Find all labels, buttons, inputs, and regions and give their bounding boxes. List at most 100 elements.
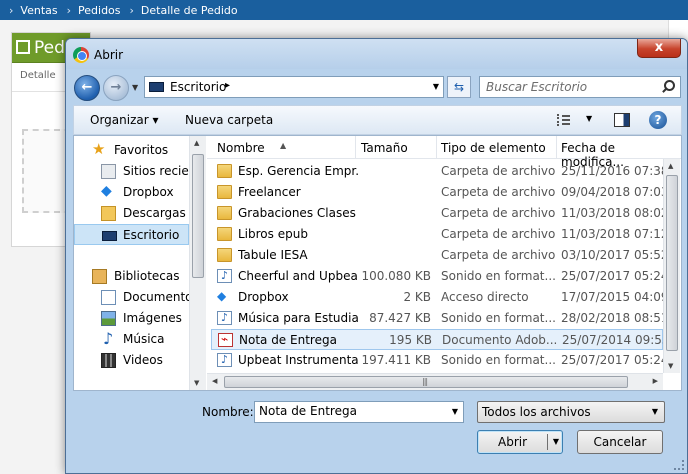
- navigation-scrollbar[interactable]: ▲ ▼: [189, 136, 206, 390]
- address-dropdown-icon[interactable]: ▼: [433, 82, 439, 91]
- scroll-thumb[interactable]: [192, 154, 204, 278]
- recent-places-icon: [101, 164, 116, 179]
- breadcrumb-item-ventas[interactable]: Ventas: [20, 4, 57, 17]
- filename-input[interactable]: [259, 404, 439, 418]
- open-file-dialog: Abrir x ← → ▼ Escritorio ▸ ▼ ⇆ Buscar Es…: [65, 38, 688, 474]
- file-row[interactable]: Freelancer Carpeta de archivos 09/04/201…: [211, 182, 663, 203]
- sidebar-item-label: Sitios recientes: [123, 164, 189, 178]
- close-button[interactable]: x: [637, 39, 681, 58]
- column-header-type[interactable]: Tipo de elemento: [441, 141, 546, 155]
- file-list-horizontal-scrollbar[interactable]: ◀ ||| ▶: [207, 373, 663, 390]
- file-row[interactable]: Grabaciones Clases ... Carpeta de archiv…: [211, 203, 663, 224]
- file-name: Tabule IESA: [238, 248, 308, 262]
- address-bar[interactable]: Escritorio ▸ ▼: [144, 76, 444, 98]
- cancel-button[interactable]: Cancelar: [577, 430, 663, 454]
- preview-pane-icon[interactable]: [614, 113, 630, 127]
- scroll-grip-icon: |||: [422, 377, 428, 386]
- sidebar-item-label: Imágenes: [123, 311, 182, 325]
- dialog-title: Abrir: [94, 48, 124, 62]
- sidebar-item-documentos[interactable]: Documentos: [74, 287, 189, 308]
- file-size: 2 KB: [403, 290, 431, 304]
- file-type-select[interactable]: Todos los archivos ▼: [477, 401, 665, 423]
- column-separator[interactable]: [355, 136, 356, 159]
- forward-arrow-icon[interactable]: →: [103, 75, 129, 101]
- sidebar-item-descargas[interactable]: Descargas: [74, 203, 189, 224]
- help-icon[interactable]: ?: [649, 111, 667, 129]
- file-row[interactable]: Libros epub Carpeta de archivos 11/03/20…: [211, 224, 663, 245]
- file-name: Libros epub: [238, 227, 308, 241]
- file-row[interactable]: Upbeat Instrumenta... 197.411 KB Sonido …: [211, 350, 663, 371]
- sidebar-item-label: Documentos: [123, 290, 189, 304]
- column-header-name[interactable]: Nombre: [217, 141, 265, 155]
- audio-file-icon: [217, 269, 232, 283]
- tab-detalle[interactable]: Detalle: [20, 70, 56, 81]
- new-folder-button[interactable]: Nueva carpeta: [185, 113, 273, 127]
- scroll-right-icon[interactable]: ▶: [653, 377, 658, 385]
- folder-icon: [217, 227, 232, 241]
- file-row[interactable]: Dropbox 2 KB Acceso directo 17/07/2015 0…: [211, 287, 663, 308]
- breadcrumb-item-pedidos[interactable]: Pedidos: [78, 4, 121, 17]
- filename-dropdown-icon[interactable]: ▼: [452, 407, 458, 416]
- dialog-titlebar[interactable]: Abrir x: [66, 39, 687, 69]
- chrome-logo-icon: [73, 47, 89, 63]
- file-type: Sonido en format...: [441, 311, 556, 325]
- resize-grip-icon[interactable]: [674, 460, 684, 470]
- file-row[interactable]: Cheerful and Upbea... 100.080 KB Sonido …: [211, 266, 663, 287]
- column-separator[interactable]: [556, 136, 557, 159]
- scroll-up-icon[interactable]: ▲: [668, 162, 673, 170]
- file-row[interactable]: Esp. Gerencia Empr... Carpeta de archivo…: [211, 161, 663, 182]
- sidebar-item-videos[interactable]: Videos: [74, 350, 189, 371]
- breadcrumb: › Ventas › Pedidos › Detalle de Pedido: [0, 0, 688, 20]
- file-name: Grabaciones Clases ...: [238, 206, 358, 220]
- file-size: 100.080 KB: [361, 269, 431, 283]
- sidebar-item-bibliotecas[interactable]: Bibliotecas: [74, 266, 189, 287]
- filename-combobox[interactable]: ▼: [254, 401, 464, 423]
- search-icon[interactable]: [662, 80, 675, 92]
- folder-icon: [217, 164, 232, 178]
- scroll-left-icon[interactable]: ◀: [212, 377, 217, 385]
- back-arrow-icon[interactable]: ←: [74, 75, 100, 101]
- file-type: Carpeta de archivos: [441, 248, 556, 262]
- sidebar-item-dropbox[interactable]: Dropbox: [74, 182, 189, 203]
- sidebar-item-label: Dropbox: [123, 185, 174, 199]
- sidebar-item-musica[interactable]: Música: [74, 329, 189, 350]
- refresh-button[interactable]: ⇆: [447, 76, 471, 98]
- breadcrumb-item-detalle[interactable]: Detalle de Pedido: [141, 4, 238, 17]
- column-header-size[interactable]: Tamaño: [361, 141, 408, 155]
- address-location[interactable]: Escritorio: [170, 80, 226, 94]
- file-row[interactable]: Música para Estudia... 87.427 KB Sonido …: [211, 308, 663, 329]
- file-name: Freelancer: [238, 185, 301, 199]
- command-bar: Organizar ▾ Nueva carpeta ▼ ?: [73, 105, 682, 135]
- file-type-chevron-icon[interactable]: ▼: [652, 407, 658, 416]
- sidebar-item-imagenes[interactable]: Imágenes: [74, 308, 189, 329]
- column-separator[interactable]: [436, 136, 437, 159]
- file-type: Carpeta de archivos: [441, 164, 556, 178]
- sidebar-item-label: Bibliotecas: [114, 269, 180, 283]
- file-row[interactable]: Tabule IESA Carpeta de archivos 03/10/20…: [211, 245, 663, 266]
- scroll-up-icon[interactable]: ▲: [194, 139, 199, 147]
- open-options-chevron-icon[interactable]: ▼: [553, 431, 559, 453]
- recent-locations-chevron-icon[interactable]: ▼: [132, 83, 138, 92]
- file-type: Carpeta de archivos: [441, 227, 556, 241]
- file-list-vertical-scrollbar[interactable]: ▲ ▼: [663, 159, 680, 373]
- file-name: Upbeat Instrumenta...: [238, 353, 358, 367]
- file-row-selected[interactable]: Nota de Entrega 195 KB Documento Adob...…: [211, 329, 664, 350]
- address-chevron-icon[interactable]: ▸: [225, 80, 230, 91]
- scroll-down-icon[interactable]: ▼: [194, 379, 199, 387]
- view-mode-icon[interactable]: [557, 114, 571, 126]
- navigation-pane: Favoritos Sitios recientes Dropbox Desca…: [74, 136, 189, 390]
- sidebar-item-favoritos[interactable]: Favoritos: [74, 140, 189, 161]
- file-date: 25/07/2014 09:53 a...: [562, 333, 664, 347]
- file-date: 17/07/2015 04:09 ...: [561, 290, 663, 304]
- open-button[interactable]: Abrir ▼: [477, 430, 563, 454]
- split-divider: [547, 434, 548, 450]
- organize-button[interactable]: Organizar ▾: [90, 113, 159, 127]
- open-button-label: Abrir: [498, 435, 528, 449]
- search-input[interactable]: Buscar Escritorio: [479, 76, 681, 98]
- file-type: Sonido en format...: [441, 353, 556, 367]
- sidebar-item-escritorio[interactable]: Escritorio: [74, 224, 189, 245]
- sidebar-item-sitios-recientes[interactable]: Sitios recientes: [74, 161, 189, 182]
- scroll-down-icon[interactable]: ▼: [668, 362, 673, 370]
- scroll-thumb[interactable]: [666, 175, 678, 351]
- view-mode-chevron-icon[interactable]: ▼: [586, 114, 592, 123]
